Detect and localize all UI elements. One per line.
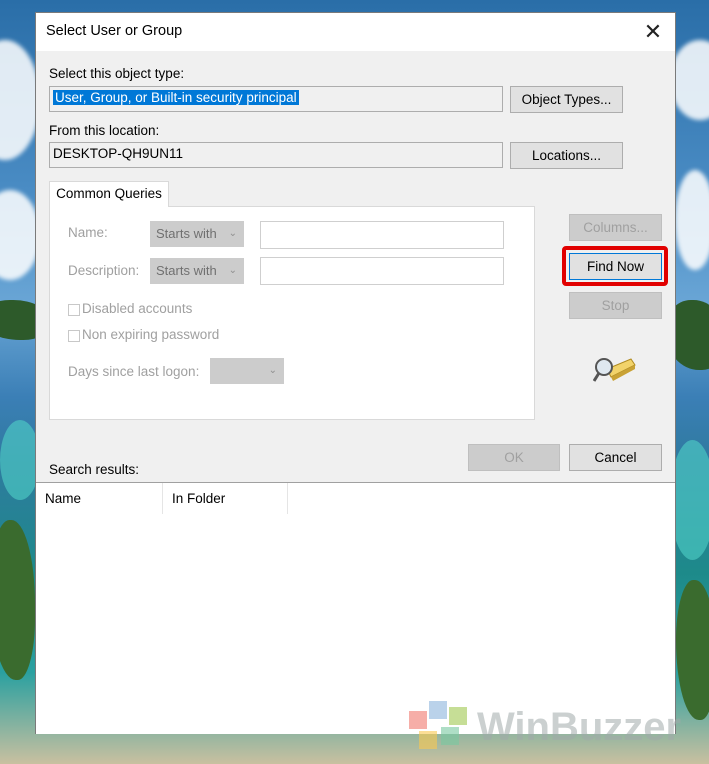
disabled-accounts-label: Disabled accounts	[82, 301, 193, 316]
object-type-label: Select this object type:	[49, 66, 185, 81]
non-expiring-password-checkbox[interactable]	[68, 330, 80, 342]
object-types-button[interactable]: Object Types...	[510, 86, 623, 113]
chevron-down-icon: ⌄	[228, 228, 237, 239]
location-label: From this location:	[49, 123, 160, 138]
close-icon[interactable]: ✕	[631, 13, 675, 51]
description-label: Description:	[68, 263, 140, 278]
title-bar: Select User or Group ✕	[36, 13, 675, 51]
days-since-logon-select[interactable]: ⌄	[210, 358, 284, 384]
location-field: DESKTOP-QH9UN11	[49, 142, 503, 168]
watermark: WinBuzzer	[405, 697, 681, 757]
object-type-field: User, Group, or Built-in security princi…	[49, 86, 503, 112]
name-match-select[interactable]: Starts with ⌄	[150, 221, 244, 247]
description-match-select[interactable]: Starts with ⌄	[150, 258, 244, 284]
winbuzzer-logo-icon	[409, 701, 467, 749]
select-user-or-group-dialog: Select User or Group ✕ Select this objec…	[35, 12, 676, 734]
chevron-down-icon: ⌄	[228, 265, 237, 276]
ok-button[interactable]: OK	[468, 444, 560, 471]
name-label: Name:	[68, 225, 108, 240]
find-now-button[interactable]: Find Now	[569, 253, 662, 280]
object-type-value: User, Group, or Built-in security princi…	[53, 90, 299, 105]
search-results-list[interactable]: Name In Folder	[36, 482, 675, 734]
watermark-text: WinBuzzer	[477, 705, 682, 749]
name-input[interactable]	[260, 221, 504, 249]
chevron-down-icon: ⌄	[268, 365, 277, 376]
column-header-in-folder[interactable]: In Folder	[163, 483, 288, 514]
description-match-value: Starts with	[156, 263, 217, 278]
name-match-value: Starts with	[156, 226, 217, 241]
tab-common-queries[interactable]: Common Queries	[49, 181, 169, 207]
description-input[interactable]	[260, 257, 504, 285]
common-queries-panel: Name: Starts with ⌄ Description: Starts …	[49, 206, 535, 420]
days-since-logon-label: Days since last logon:	[68, 364, 200, 379]
column-header-name[interactable]: Name	[36, 483, 163, 514]
dialog-title: Select User or Group	[46, 23, 183, 39]
cancel-button[interactable]: Cancel	[569, 444, 662, 471]
locations-button[interactable]: Locations...	[510, 142, 623, 169]
search-results-label: Search results:	[49, 462, 140, 477]
columns-button[interactable]: Columns...	[569, 214, 662, 241]
stop-button[interactable]: Stop	[569, 292, 662, 319]
disabled-accounts-checkbox[interactable]	[68, 304, 80, 316]
search-key-icon	[593, 358, 636, 382]
non-expiring-password-label: Non expiring password	[82, 327, 220, 342]
